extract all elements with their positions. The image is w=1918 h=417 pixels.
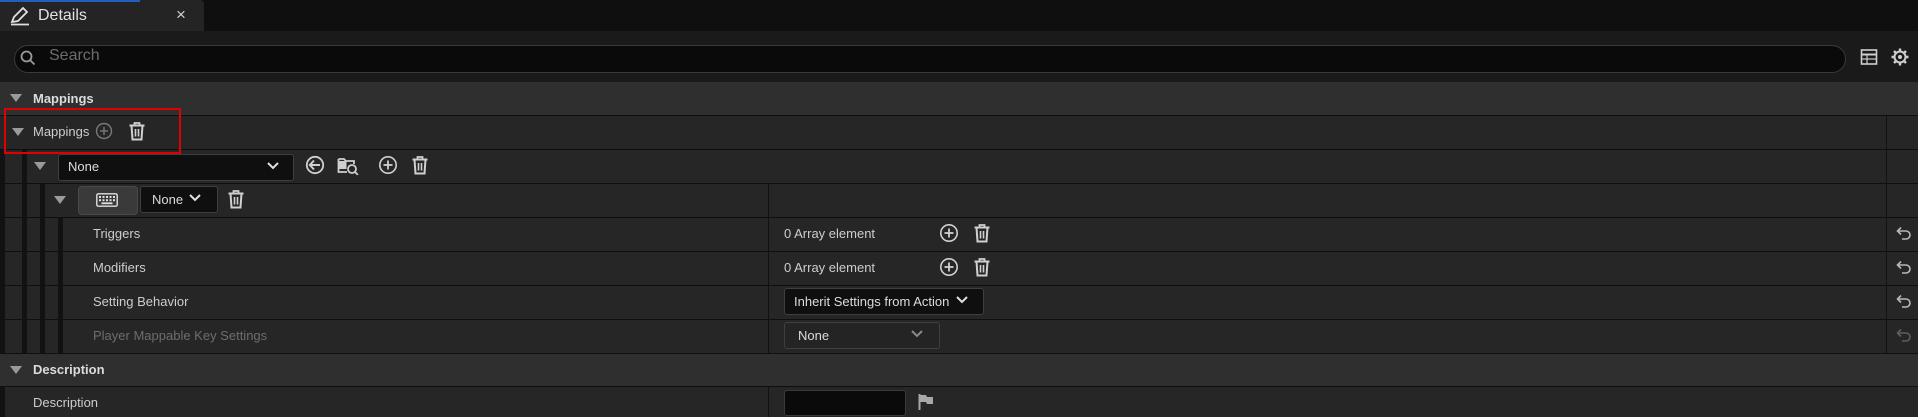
expand-arrow-icon[interactable] [10,94,22,103]
value-column-divider [768,387,769,417]
highlight-box [4,108,181,154]
indent-bar [22,150,27,183]
reset-to-default-icon[interactable] [1896,294,1912,308]
triggers-label: Triggers [93,226,141,241]
add-element-icon[interactable] [378,155,398,175]
reset-to-default-icon[interactable] [1896,260,1912,274]
setting-behavior-value: Inherit Settings from Action [794,294,950,309]
tab-title: Details [38,7,87,24]
tab-accent-line [0,0,140,2]
use-selected-asset-icon[interactable] [305,155,325,175]
value-column-divider [768,218,769,353]
modifiers-label: Modifiers [93,260,146,275]
indent-bar [40,184,45,217]
player-mappable-value: None [798,328,830,343]
settings-gear-icon[interactable] [1890,47,1910,67]
indent-guides [0,218,70,353]
triggers-value: 0 Array element [784,226,876,241]
property-row-triggers [0,218,1918,251]
player-mappable-label: Player Mappable Key Settings [93,328,268,343]
description-label: Description [33,395,99,410]
reset-column-divider [1886,116,1887,149]
modifiers-value: 0 Array element [784,260,876,275]
indent-bar [0,387,5,417]
description-row [0,387,1918,417]
expand-arrow-icon[interactable] [10,366,22,375]
chevron-down-icon [266,161,280,171]
localization-flag-icon[interactable] [917,393,935,411]
description-input[interactable] [784,390,906,416]
delete-trash-icon[interactable] [227,189,245,209]
search-icon [20,50,36,66]
add-element-icon[interactable] [939,257,959,277]
reset-column-divider [1886,150,1887,183]
mappings-section-header[interactable] [0,82,1918,115]
tab-close-button[interactable]: × [176,5,186,25]
key-dropdown-value: None [152,192,184,207]
chevron-down-icon [188,193,202,203]
property-row-player-mappable [0,320,1918,353]
description-section-title: Description [33,362,105,377]
reset-to-default-icon[interactable] [1896,226,1912,240]
mappings-array-row [0,116,1918,149]
delete-trash-icon[interactable] [973,257,991,277]
tab-strip [0,0,1918,31]
mappings-section-title: Mappings [33,91,94,106]
input-action-value: None [68,159,100,174]
add-element-icon[interactable] [939,223,959,243]
search-placeholder: Search [49,47,100,64]
delete-trash-icon[interactable] [411,155,429,175]
description-section-header[interactable] [0,354,1918,387]
chevron-down-icon [955,295,969,305]
reset-column-divider [1886,184,1887,217]
indent-bar [0,184,5,217]
chevron-down-icon [910,329,924,339]
setting-behavior-label: Setting Behavior [93,294,189,309]
browse-asset-folder-icon[interactable] [337,155,359,175]
search-input[interactable] [14,45,1846,73]
property-row-modifiers [0,252,1918,285]
indent-bar [0,150,5,183]
reset-to-default-icon [1896,328,1912,342]
expand-arrow-icon[interactable] [54,196,66,205]
keyboard-icon [96,193,118,207]
table-view-icon[interactable] [1860,48,1878,66]
key-binding-row [0,184,1918,217]
value-column-divider [768,184,769,217]
expand-arrow-icon[interactable] [34,162,46,171]
indent-bar [22,184,27,217]
pencil-details-icon [9,6,31,26]
delete-trash-icon[interactable] [973,223,991,243]
reset-column-divider [1886,218,1887,353]
